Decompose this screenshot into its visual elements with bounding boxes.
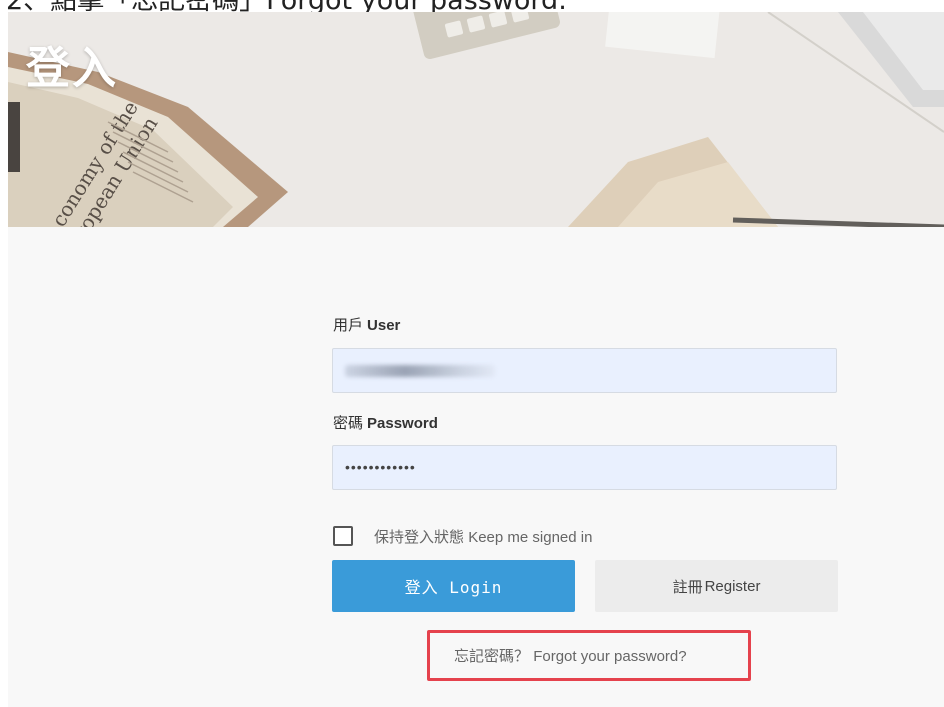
redacted-username [345, 365, 495, 377]
password-input[interactable]: •••••••••••• [332, 445, 837, 490]
page-title: 登入 [26, 43, 118, 94]
remember-me[interactable]: 保持登入狀態 Keep me signed in [333, 525, 592, 547]
user-label: 用戶 User [333, 316, 401, 334]
password-label: 密碼 Password [333, 414, 438, 432]
forgot-password-link[interactable]: 忘記密碼？ Forgot your password? [454, 645, 687, 666]
user-input[interactable] [332, 348, 837, 393]
instruction-caption: 2、點擊「忘記密碼」Forgot your password. [0, 0, 944, 12]
remember-checkbox[interactable] [333, 526, 353, 546]
hero-banner: conomy of the ropean Union 登入 [8, 12, 944, 227]
register-button[interactable]: 註冊 Register [595, 560, 838, 612]
hero-photo: conomy of the ropean Union [8, 12, 944, 227]
login-panel: 用戶 User 密碼 Password •••••••••••• 保持登入狀態 Ke… [8, 227, 944, 707]
login-button[interactable]: 登入 Login [332, 560, 575, 612]
remember-label[interactable]: 保持登入狀態 Keep me signed in [374, 526, 592, 547]
